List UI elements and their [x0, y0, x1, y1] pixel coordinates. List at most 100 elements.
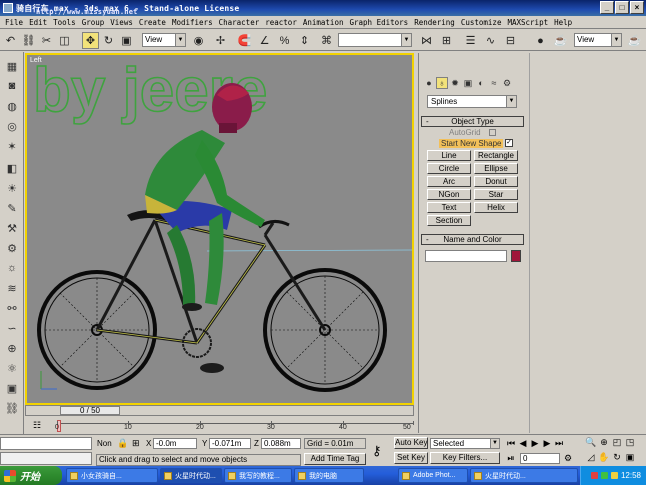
- menu-maxscript[interactable]: MAXScript: [504, 18, 551, 27]
- maxscript-mini-listener[interactable]: [0, 452, 92, 465]
- systems-tab-icon[interactable]: ⚙: [501, 77, 513, 89]
- tray-icon[interactable]: [590, 472, 598, 479]
- viewport-left[interactable]: by jeere Left: [25, 53, 414, 405]
- menu-file[interactable]: File: [2, 18, 26, 27]
- menu-customize[interactable]: Customize: [458, 18, 505, 27]
- circle-button[interactable]: Circle: [427, 163, 471, 174]
- select-move-icon[interactable]: ✥: [82, 32, 99, 49]
- brush-icon[interactable]: ✎: [3, 200, 21, 216]
- rectangle-button[interactable]: Rectangle: [474, 150, 518, 161]
- sphere-icon[interactable]: ◍: [3, 98, 21, 114]
- named-selection-dropdown[interactable]: ▼: [338, 33, 412, 47]
- snap-toggle-icon[interactable]: 🧲: [236, 32, 253, 49]
- render-scene-icon[interactable]: ☕: [552, 32, 569, 49]
- autogrid-checkbox[interactable]: [489, 129, 496, 136]
- minimize-button[interactable]: _: [600, 1, 614, 14]
- reference-coord-dropdown[interactable]: View ▼: [142, 33, 186, 47]
- object-name-field[interactable]: [425, 250, 507, 262]
- goto-end-icon[interactable]: ⏭: [554, 438, 564, 449]
- menu-group[interactable]: Group: [79, 18, 108, 27]
- object-color-swatch[interactable]: [511, 250, 521, 262]
- align-icon[interactable]: ⊞: [438, 32, 455, 49]
- wrench-icon[interactable]: ⚒: [3, 220, 21, 236]
- menu-edit[interactable]: Edit: [26, 18, 50, 27]
- reactor-icon[interactable]: ⚛: [3, 360, 21, 376]
- lock-icon[interactable]: 🔒: [117, 438, 128, 449]
- set-key-button[interactable]: Set Key: [394, 452, 428, 464]
- absolute-mode-icon[interactable]: ⊞: [132, 438, 140, 449]
- star-icon[interactable]: ✶: [3, 138, 21, 154]
- bind-spacewarp-icon[interactable]: ◫: [56, 32, 73, 49]
- start-button[interactable]: 开始: [0, 466, 62, 485]
- maximize-button[interactable]: □: [615, 1, 629, 14]
- spacewarps-tab-icon[interactable]: ≈: [488, 77, 500, 89]
- goto-start-icon[interactable]: ⏮: [506, 438, 516, 449]
- taskbar-item[interactable]: 小女孩骑自...: [66, 468, 158, 483]
- section-button[interactable]: Section: [427, 215, 471, 226]
- select-link-icon[interactable]: ⛓: [20, 32, 37, 49]
- menu-create[interactable]: Create: [136, 18, 169, 27]
- time-slider-thumb[interactable]: 0 / 50: [60, 406, 120, 415]
- shapes-tab-icon[interactable]: ♁: [436, 77, 448, 89]
- zoom-all-icon[interactable]: ⊕: [598, 437, 610, 448]
- unlink-icon[interactable]: ✂: [38, 32, 55, 49]
- pivot-center-icon[interactable]: ◉: [190, 32, 207, 49]
- add-time-tag-button[interactable]: Add Time Tag: [304, 453, 366, 465]
- z-coordinate-field[interactable]: 0.088m: [261, 438, 301, 449]
- tray-icon[interactable]: [600, 472, 608, 479]
- boolean-icon[interactable]: ◧: [3, 160, 21, 176]
- zoom-extents-all-icon[interactable]: ◳: [624, 437, 636, 448]
- maximize-viewport-icon[interactable]: ▣: [624, 452, 636, 463]
- time-slider[interactable]: 0 / 50: [25, 405, 414, 416]
- gear-icon[interactable]: ⚙: [3, 240, 21, 256]
- menu-tools[interactable]: Tools: [50, 18, 79, 27]
- menu-views[interactable]: Views: [107, 18, 136, 27]
- category-dropdown[interactable]: Splines ▼: [427, 95, 517, 108]
- quick-render-icon[interactable]: ☕: [626, 32, 643, 49]
- menu-reactor[interactable]: reactor: [262, 18, 300, 27]
- clock[interactable]: 12:58: [621, 471, 641, 480]
- spinner-snap-icon[interactable]: ⇕: [296, 32, 313, 49]
- next-frame-icon[interactable]: ▶: [542, 438, 552, 449]
- play-icon[interactable]: ▶: [530, 438, 540, 449]
- zoom-extents-icon[interactable]: ◰: [611, 437, 623, 448]
- chain-icon[interactable]: ⛓: [3, 400, 21, 416]
- menu-animation[interactable]: Animation: [300, 18, 347, 27]
- key-icon[interactable]: ⚷: [372, 443, 382, 459]
- key-filters-button[interactable]: Key Filters...: [430, 452, 500, 464]
- time-config-icon[interactable]: ⚙: [563, 453, 573, 464]
- geometry-tab-icon[interactable]: ●: [423, 77, 435, 89]
- mirror-icon[interactable]: ⋈: [418, 32, 435, 49]
- layer-manager-icon[interactable]: ☰: [462, 32, 479, 49]
- track-bar[interactable]: ☷ 0 10 20 30 40 50: [25, 416, 414, 433]
- bone-icon[interactable]: ⚯: [3, 300, 21, 316]
- donut-button[interactable]: Donut: [474, 176, 518, 187]
- taskbar-item[interactable]: 我的电脑: [294, 468, 364, 483]
- torus-icon[interactable]: ◎: [3, 118, 21, 134]
- curve-editor-icon[interactable]: ∿: [482, 32, 499, 49]
- arc-rotate-icon[interactable]: ↻: [611, 452, 623, 463]
- ellipse-button[interactable]: Ellipse: [474, 163, 518, 174]
- field-of-view-icon[interactable]: ◿: [585, 452, 597, 463]
- prev-frame-icon[interactable]: ◀: [518, 438, 528, 449]
- box-icon[interactable]: ▦: [3, 58, 21, 74]
- view-dropdown[interactable]: View ▼: [574, 33, 622, 47]
- zoom-icon[interactable]: 🔍: [585, 437, 597, 448]
- angle-snap-icon[interactable]: ∠: [256, 32, 273, 49]
- taskbar-item[interactable]: 火星时代动...: [470, 468, 578, 483]
- viewport-label[interactable]: Left: [30, 57, 42, 64]
- cameras-tab-icon[interactable]: ▣: [462, 77, 474, 89]
- taskbar-item[interactable]: 我写的教程...: [224, 468, 292, 483]
- select-scale-icon[interactable]: ▣: [118, 32, 135, 49]
- menu-character[interactable]: Character: [216, 18, 263, 27]
- line-button[interactable]: Line: [427, 150, 471, 161]
- cylinder-icon[interactable]: ◙: [3, 78, 21, 94]
- taskbar-item[interactable]: 火星时代动...: [160, 468, 222, 483]
- maxscript-listener[interactable]: [0, 437, 92, 450]
- current-frame-field[interactable]: 0: [520, 453, 560, 464]
- pan-icon[interactable]: ✋: [598, 452, 610, 463]
- start-new-shape-checkbox[interactable]: ✓: [505, 139, 513, 147]
- x-coordinate-field[interactable]: -0.0m: [153, 438, 197, 449]
- object-type-rollout[interactable]: - Object Type: [421, 116, 524, 127]
- lights-tab-icon[interactable]: ✹: [449, 77, 461, 89]
